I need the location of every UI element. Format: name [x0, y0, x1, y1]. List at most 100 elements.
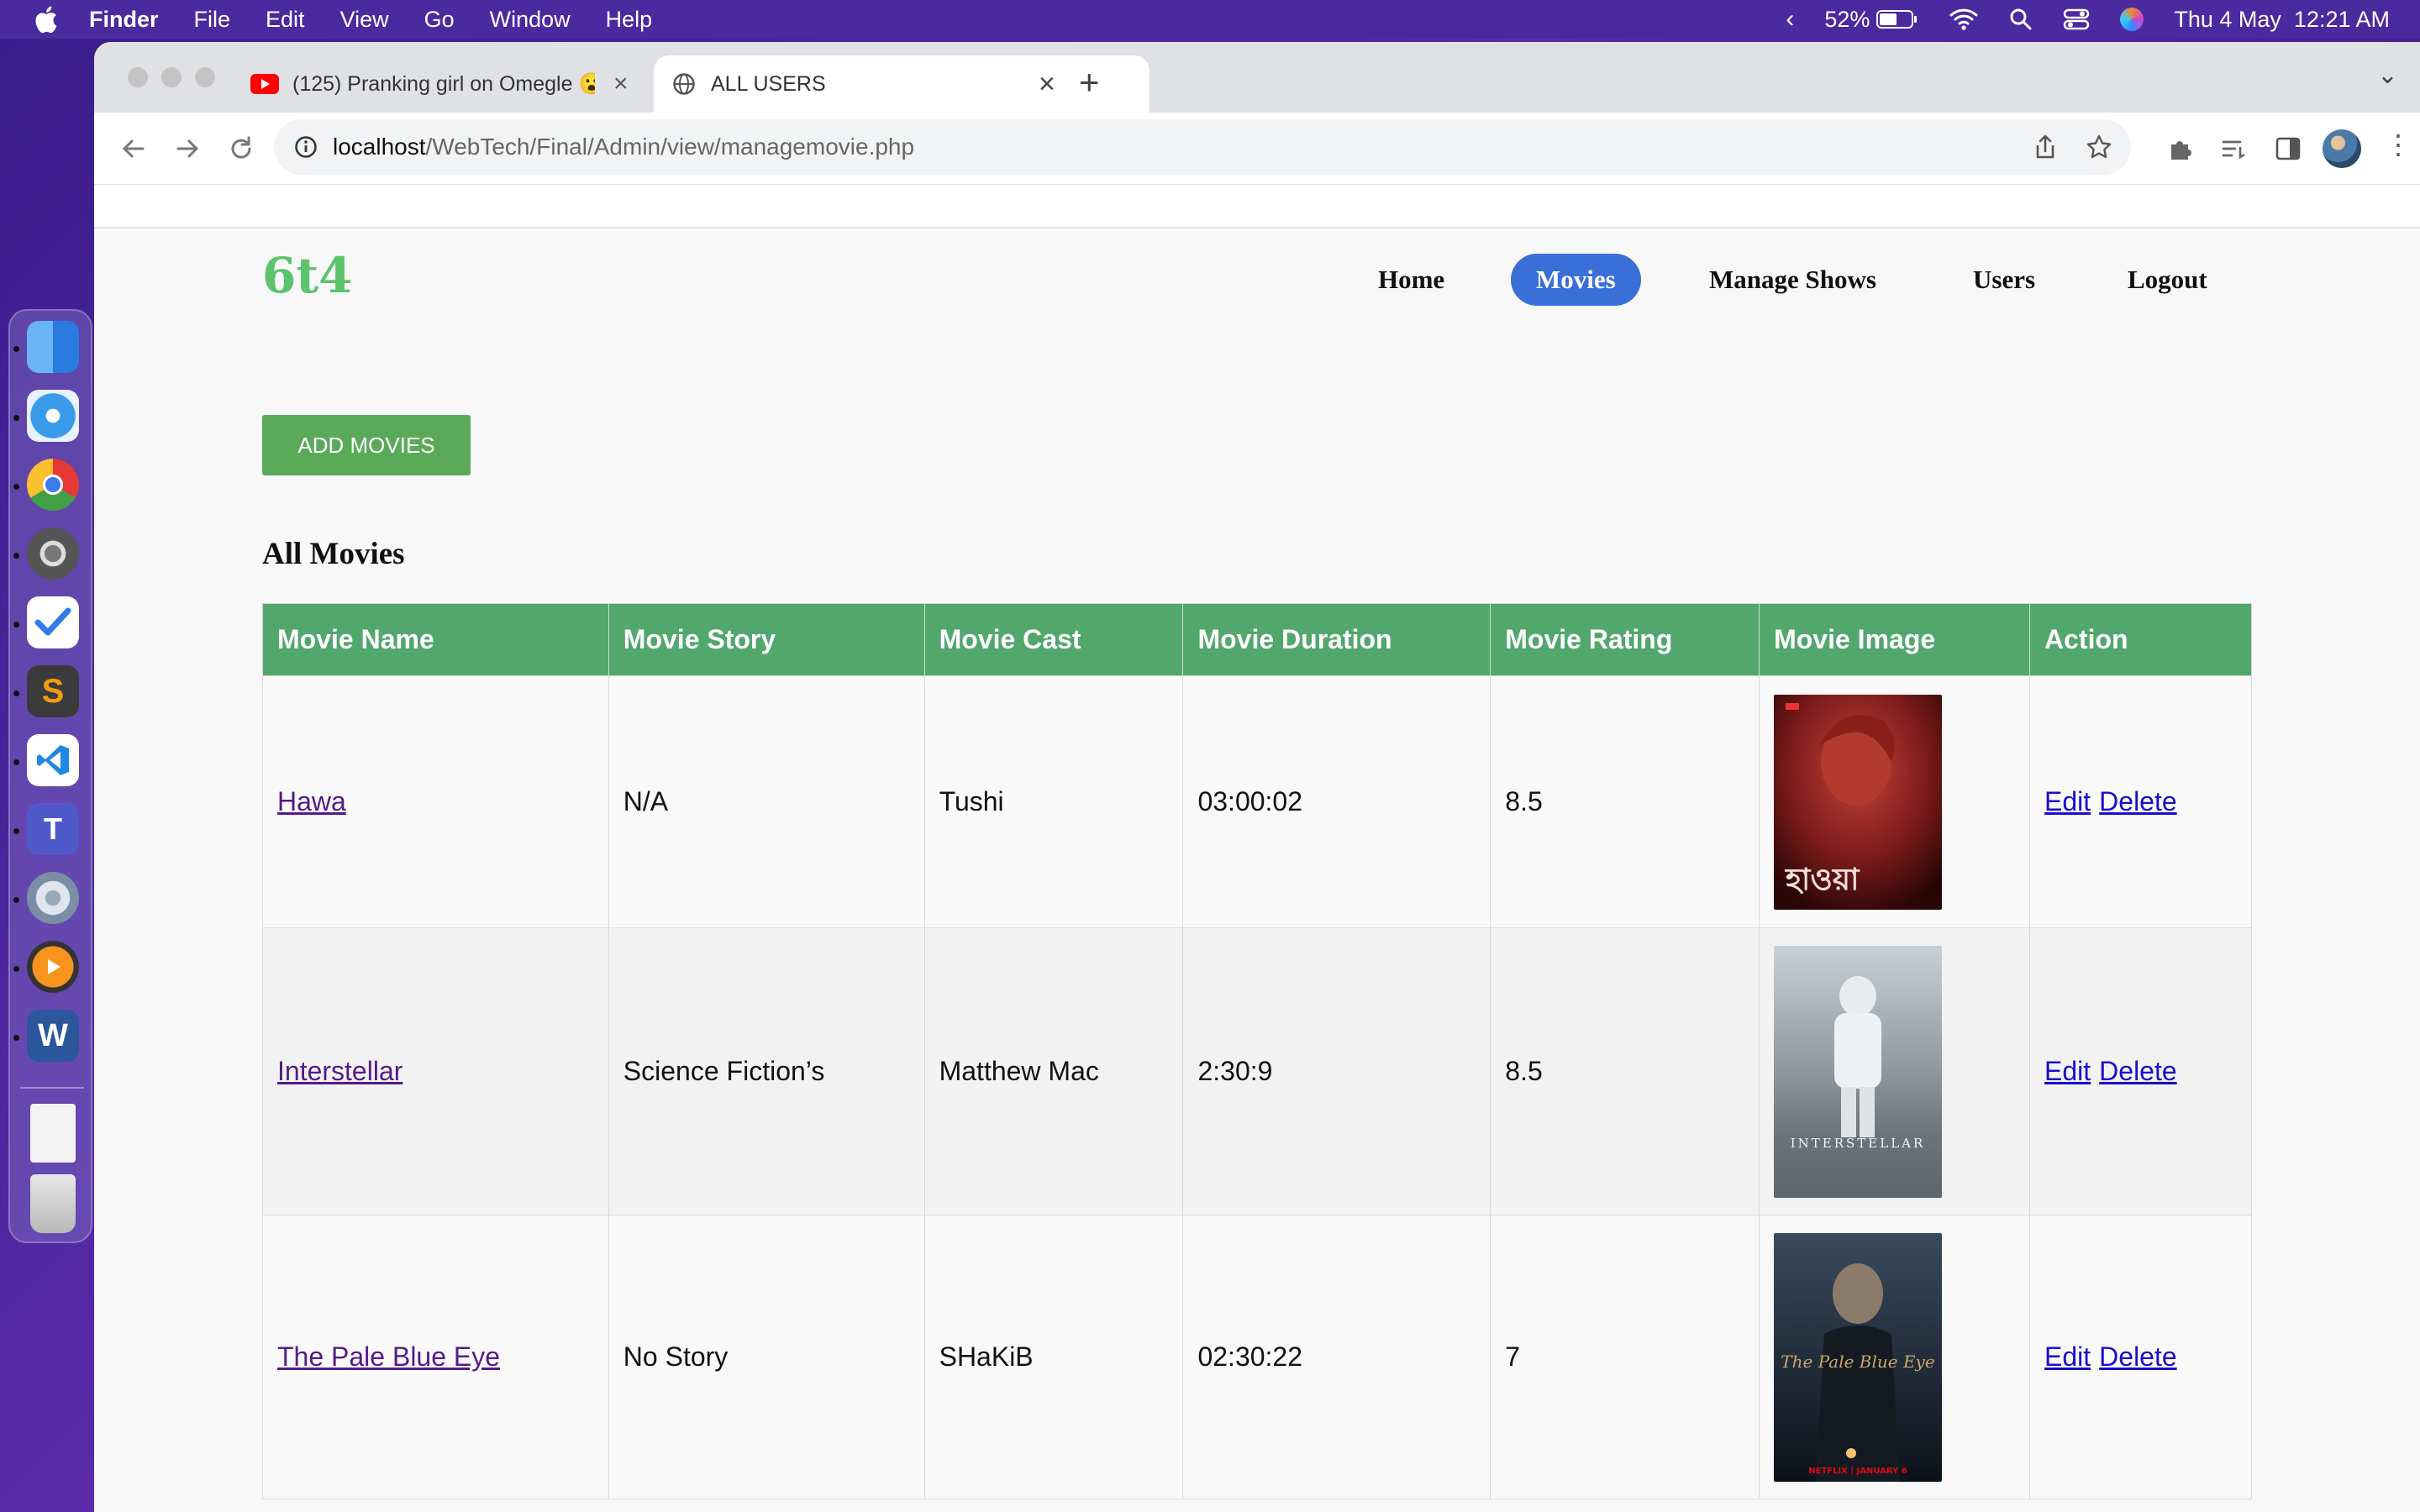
spotlight-search-icon[interactable]: [2009, 8, 2033, 31]
cell-cast: SHaKiB: [923, 1215, 1184, 1499]
apple-icon[interactable]: [30, 3, 64, 36]
profile-avatar[interactable]: [2323, 129, 2361, 168]
movie-name-link[interactable]: Interstellar: [277, 1056, 402, 1086]
cell-duration: 02:30:22: [1182, 1215, 1491, 1499]
delete-link[interactable]: Delete: [2099, 1341, 2177, 1372]
nav-logout[interactable]: Logout: [2128, 254, 2207, 306]
address-bar[interactable]: localhost/WebTech/Final/Admin/view/manag…: [274, 119, 2131, 175]
document-icon[interactable]: [30, 1104, 76, 1163]
menu-edit[interactable]: Edit: [266, 7, 305, 33]
nav-movies[interactable]: Movies: [1511, 254, 1641, 306]
word-icon[interactable]: W: [27, 1010, 79, 1062]
media-player-icon[interactable]: [27, 941, 79, 993]
macos-menubar: Finder File Edit View Go Window Help ‹ 5…: [0, 0, 2420, 39]
cell-action: Edit Delete: [2029, 1215, 2252, 1499]
control-center-icon[interactable]: [2063, 8, 2090, 31]
table-row: Interstellar Science Fiction’s Matthew M…: [262, 927, 2252, 1215]
url-host: localhost: [333, 134, 426, 160]
movies-table: Movie Name Movie Story Movie Cast Movie …: [262, 603, 2252, 1499]
share-icon[interactable]: [2033, 134, 2057, 160]
page-heading: All Movies: [262, 537, 405, 571]
chevron-left-icon[interactable]: ‹: [1786, 5, 1794, 34]
table-row: Hawa N/A Tushi 03:00:02 8.5 হাওয়া Edit …: [262, 675, 2252, 928]
cell-story: N/A: [608, 675, 925, 928]
cell-action: Edit Delete: [2029, 675, 2252, 928]
siri-icon[interactable]: [2120, 8, 2144, 31]
globe-icon: [673, 73, 695, 95]
cell-name: The Pale Blue Eye: [262, 1215, 609, 1499]
page-top-strip: [94, 185, 2420, 228]
header-movie-image: Movie Image: [1759, 603, 2031, 676]
back-arrow-icon[interactable]: [118, 133, 150, 165]
browser-menu-icon[interactable]: ⋮: [2385, 131, 2412, 158]
tab-all-users[interactable]: ALL USERS ×: [654, 55, 1150, 113]
cell-duration: 2:30:9: [1182, 927, 1491, 1215]
nav-home[interactable]: Home: [1378, 254, 1444, 306]
system-settings-icon[interactable]: [27, 528, 79, 580]
dock-running-indicator: [13, 622, 19, 627]
browser-window: (125) Pranking girl on Omegle 😮 × ALL US…: [94, 42, 2420, 1512]
reading-list-icon[interactable]: [2220, 134, 2249, 163]
edit-link[interactable]: Edit: [2044, 1056, 2091, 1086]
menu-help[interactable]: Help: [606, 7, 653, 33]
cell-rating: 8.5: [1490, 675, 1760, 928]
new-tab-button[interactable]: +: [1079, 62, 1100, 102]
menu-window[interactable]: Window: [490, 7, 571, 33]
chrome-icon[interactable]: [27, 459, 79, 511]
nav-users[interactable]: Users: [1973, 254, 2035, 306]
cell-rating: 7: [1490, 1215, 1760, 1499]
battery-status[interactable]: 52%: [1824, 7, 1918, 33]
tab-close-icon[interactable]: ×: [613, 70, 629, 98]
reload-icon[interactable]: [225, 133, 257, 165]
wifi-icon[interactable]: [1949, 8, 1979, 31]
vscode-icon[interactable]: [27, 734, 79, 786]
movie-name-link[interactable]: Hawa: [277, 786, 346, 816]
settings-gear-icon[interactable]: [27, 872, 79, 924]
side-panel-icon[interactable]: [2274, 134, 2302, 163]
table-row: The Pale Blue Eye No Story SHaKiB 02:30:…: [262, 1215, 2252, 1499]
page-content: 6t4 Home Movies Manage Shows Users Logou…: [94, 228, 2420, 1512]
window-close-button[interactable]: [128, 67, 148, 87]
teams-icon[interactable]: T: [27, 803, 79, 855]
tab-strip: (125) Pranking girl on Omegle 😮 × ALL US…: [94, 42, 2420, 113]
cell-image: INTERSTELLAR: [1759, 927, 2031, 1215]
menu-go[interactable]: Go: [424, 7, 455, 33]
header-action: Action: [2029, 603, 2252, 676]
trash-icon[interactable]: [30, 1174, 76, 1233]
header-movie-cast: Movie Cast: [923, 603, 1184, 676]
tasks-icon[interactable]: [27, 596, 79, 648]
menubar-clock[interactable]: Thu 4 May 12:21 AM: [2174, 7, 2390, 33]
movie-poster-image: INTERSTELLAR: [1774, 945, 1943, 1198]
dock-running-indicator: [13, 484, 19, 490]
menu-view[interactable]: View: [340, 7, 389, 33]
menu-file[interactable]: File: [194, 7, 231, 33]
dock: S T W: [8, 309, 92, 1243]
cell-name: Interstellar: [262, 927, 609, 1215]
url-path: /WebTech/Final/Admin/view/managemovie.ph…: [425, 134, 915, 160]
site-logo[interactable]: 6t4: [262, 247, 353, 304]
forward-arrow-icon[interactable]: [171, 133, 203, 165]
add-movies-button[interactable]: ADD MOVIES: [262, 415, 471, 475]
delete-link[interactable]: Delete: [2099, 786, 2177, 816]
site-info-icon[interactable]: [294, 135, 318, 159]
finder-icon[interactable]: [27, 321, 79, 373]
edit-link[interactable]: Edit: [2044, 786, 2091, 816]
delete-link[interactable]: Delete: [2099, 1056, 2177, 1086]
bookmark-star-icon[interactable]: [2086, 134, 2112, 160]
extensions-puzzle-icon[interactable]: [2166, 134, 2195, 163]
sublime-text-icon[interactable]: S: [27, 665, 79, 717]
tab-close-icon[interactable]: ×: [1039, 68, 1055, 101]
tab-search-chevron-icon[interactable]: ⌄: [2377, 60, 2398, 90]
window-zoom-button[interactable]: [195, 67, 215, 87]
movie-poster-image: The Pale Blue Eye NETFLIX | JANUARY 6: [1774, 1232, 1943, 1482]
nav-manage-shows[interactable]: Manage Shows: [1709, 254, 1876, 306]
menubar-app-name[interactable]: Finder: [89, 7, 159, 33]
dock-running-indicator: [13, 828, 19, 834]
movie-name-link[interactable]: The Pale Blue Eye: [277, 1341, 500, 1372]
dock-running-indicator: [13, 553, 19, 559]
window-minimize-button[interactable]: [161, 67, 182, 87]
safari-icon[interactable]: [27, 390, 79, 442]
edit-link[interactable]: Edit: [2044, 1341, 2091, 1372]
cell-action: Edit Delete: [2029, 927, 2252, 1215]
cell-image: The Pale Blue Eye NETFLIX | JANUARY 6: [1759, 1215, 2031, 1499]
